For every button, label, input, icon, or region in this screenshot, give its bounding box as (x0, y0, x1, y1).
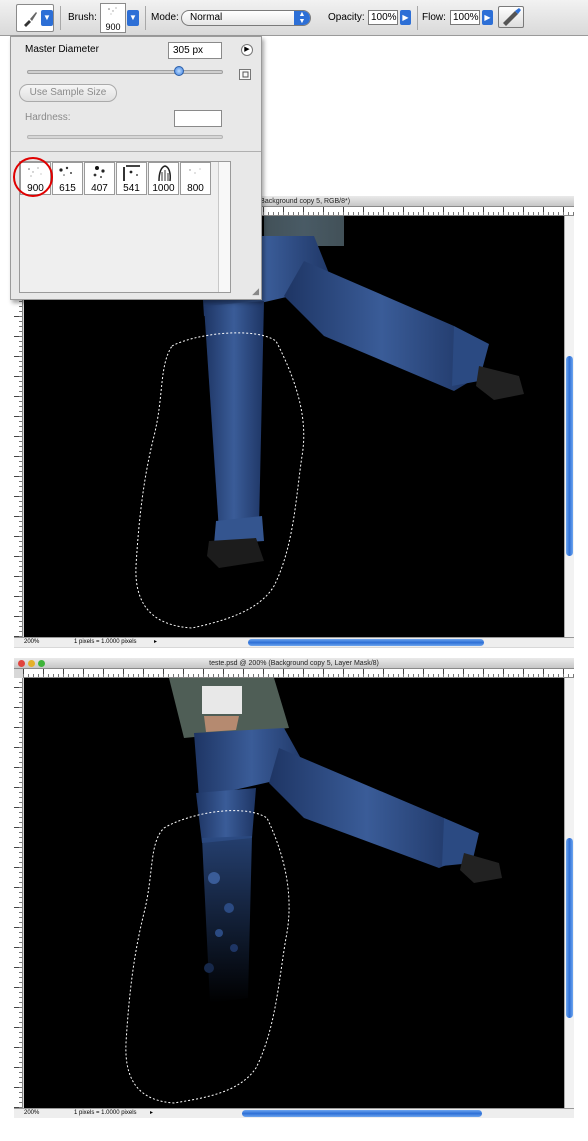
brush-preset[interactable]: 541 (116, 162, 147, 195)
brush-preset[interactable]: 1000 (148, 162, 179, 195)
panel-menu-button[interactable]: ▶ (241, 44, 253, 56)
window-title[interactable]: teste.psd @ 200% (Background copy 5, Lay… (14, 658, 574, 669)
brush-preview[interactable]: 900 (100, 3, 126, 33)
selected-preset-highlight (13, 157, 53, 197)
brush-picker-toggle[interactable]: ▼ (127, 10, 139, 26)
status-bar: 200% 1 pixels = 1.0000 pixels ▸ (14, 637, 574, 647)
brush-preset-size: 800 (187, 183, 204, 194)
photo-legs-masked-image (125, 678, 502, 1104)
vertical-ruler[interactable] (14, 678, 23, 1108)
divider (145, 6, 146, 30)
brush-preset-size: 615 (59, 183, 76, 194)
status-info: 1 pixels = 1.0000 pixels (74, 1110, 137, 1116)
updown-arrows-icon: ▲ ▼ (294, 11, 310, 25)
triangle-right-icon: ▶ (244, 46, 250, 53)
divider (11, 151, 261, 152)
airbrush-button[interactable] (498, 6, 524, 28)
mode-value: Normal (190, 12, 223, 23)
brush-label: Brush: (68, 12, 97, 23)
mode-label: Mode: (151, 12, 179, 23)
tool-preset-picker[interactable]: ▼ (16, 4, 54, 32)
scroll-thumb[interactable] (566, 838, 573, 1018)
flow-field[interactable]: 100% (450, 10, 480, 25)
brush-preset[interactable]: 407 (84, 162, 115, 195)
status-bar: 200% 1 pixels = 1.0000 pixels ▸ (14, 1108, 574, 1118)
divider (60, 6, 61, 30)
master-diameter-label: Master Diameter (25, 44, 99, 55)
zoom-level[interactable]: 200% (24, 1109, 39, 1118)
brush-tip-icon (189, 168, 201, 174)
use-sample-size-button[interactable]: Use Sample Size (19, 84, 117, 102)
status-arrow-icon[interactable]: ▸ (154, 638, 157, 647)
hardness-label: Hardness: (25, 112, 71, 123)
chevron-down-icon[interactable]: ▼ (41, 10, 53, 26)
master-diameter-slider[interactable] (27, 66, 223, 76)
close-icon[interactable] (18, 660, 25, 667)
brush-preset-size: 1000 (152, 183, 175, 194)
master-diameter-field[interactable]: 305 px (168, 42, 222, 59)
zoom-level[interactable]: 200% (24, 638, 39, 647)
document-window: teste.psd @ 200% (Background copy 5, Lay… (14, 658, 574, 1118)
flow-arrow-icon[interactable]: ▶ (482, 10, 493, 25)
brush-preset-size: 407 (91, 183, 108, 194)
brush-list-scrollbar[interactable] (218, 162, 230, 292)
brush-tip-icon (108, 7, 117, 15)
brush-tip-icon (158, 165, 171, 182)
zoom-icon[interactable] (38, 660, 45, 667)
brush-icon (21, 10, 39, 31)
horizontal-scroll-thumb[interactable] (248, 639, 484, 646)
brush-tip-icon (93, 166, 105, 178)
scroll-thumb[interactable] (566, 356, 573, 556)
horizontal-scroll-thumb[interactable] (242, 1110, 482, 1117)
status-arrow-icon[interactable]: ▸ (150, 1109, 153, 1118)
brush-preset[interactable]: 800 (180, 162, 211, 195)
status-info: 1 pixels = 1.0000 pixels (74, 639, 137, 645)
hardness-slider[interactable] (27, 135, 223, 139)
options-bar: ▼ Brush: 900 ▼ Mode: Normal ▲ ▼ Opacity: … (0, 0, 588, 36)
vertical-scrollbar[interactable] (564, 216, 574, 637)
brush-preset-size: 541 (123, 183, 140, 194)
brush-size: 900 (105, 22, 121, 32)
flow-label: Flow: (422, 12, 446, 23)
opacity-field[interactable]: 100% (368, 10, 398, 25)
airbrush-icon (503, 8, 521, 26)
brush-preset[interactable]: 615 (52, 162, 83, 195)
image-canvas[interactable] (24, 678, 574, 1108)
new-preset-button[interactable] (239, 69, 251, 80)
minimize-icon[interactable] (28, 660, 35, 667)
new-preset-icon (242, 71, 249, 78)
slider-knob[interactable] (174, 66, 184, 76)
resize-grip-icon[interactable]: ◢ (252, 286, 259, 297)
brush-tip-icon (123, 165, 140, 181)
opacity-arrow-icon[interactable]: ▶ (400, 10, 411, 25)
divider (417, 6, 418, 30)
vertical-scrollbar[interactable] (564, 678, 574, 1108)
mode-select[interactable]: Normal ▲ ▼ (181, 10, 311, 26)
hardness-field[interactable] (174, 110, 222, 127)
horizontal-ruler[interactable] (23, 669, 574, 678)
opacity-label: Opacity: (328, 12, 365, 23)
brush-tip-icon (59, 166, 72, 176)
